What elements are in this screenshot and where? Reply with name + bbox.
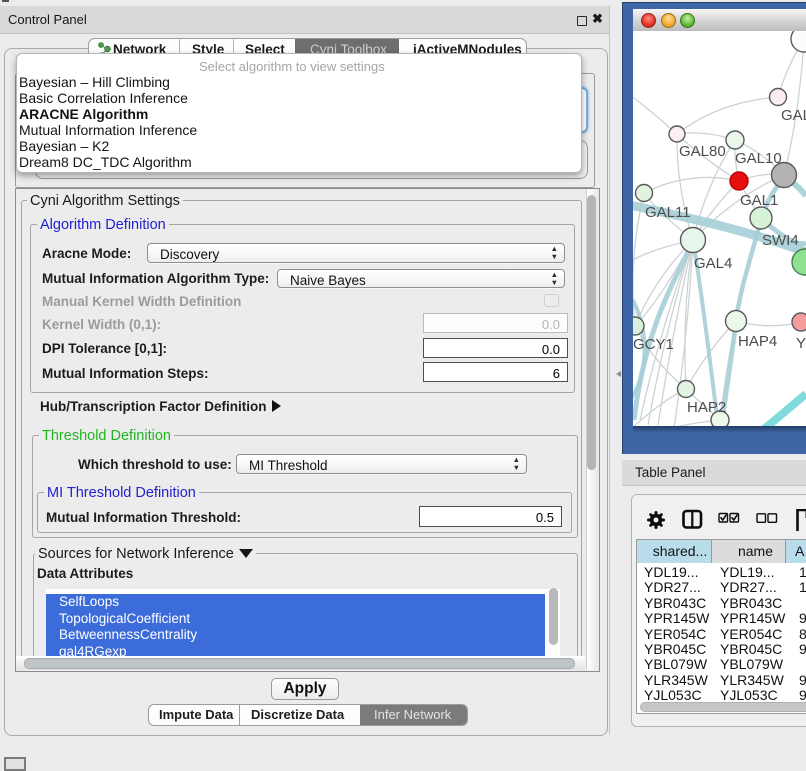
svg-text:Y: Y — [796, 335, 806, 352]
svg-text:GAL1: GAL1 — [740, 192, 778, 209]
svg-text:GAL4: GAL4 — [694, 255, 732, 272]
svg-text:GAL11: GAL11 — [645, 204, 691, 221]
svg-text:GAL10: GAL10 — [735, 150, 782, 167]
svg-text:GCY1: GCY1 — [633, 336, 674, 353]
svg-text:HAP4: HAP4 — [738, 333, 777, 350]
svg-text:HAP2: HAP2 — [687, 399, 726, 416]
svg-text:GAL80: GAL80 — [679, 143, 726, 160]
svg-text:SWI4: SWI4 — [762, 232, 799, 249]
svg-text:GAL7: GAL7 — [781, 107, 806, 124]
